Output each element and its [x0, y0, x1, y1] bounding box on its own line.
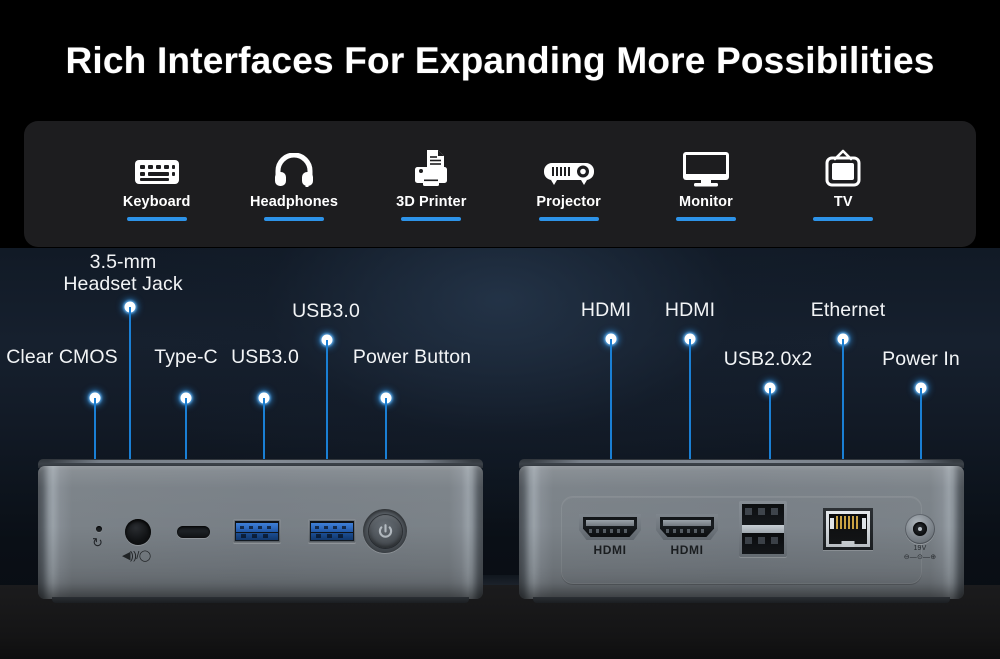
callout-power-in: Power In	[882, 348, 960, 370]
usb2-port-stack[interactable]	[739, 501, 787, 557]
hdmi-port-2-shell	[656, 514, 718, 540]
callout-usb2: USB2.0x2	[723, 348, 813, 370]
keyboard-icon	[134, 147, 180, 187]
rear-unit-chassis: HDMI HDMI 19V ⊖—⊙—⊕	[519, 466, 964, 599]
mini-pc-rear-unit: HDMI HDMI 19V ⊖—⊙—⊕	[519, 459, 964, 606]
hdmi-port-2-cavity	[660, 517, 714, 537]
clear-cmos-port[interactable]	[96, 526, 102, 532]
usb3-port-2-base	[311, 533, 353, 540]
rear-unit-base	[533, 597, 950, 603]
headset-jack-port[interactable]	[125, 519, 151, 545]
callout-usb3-front-2: USB3.0	[292, 300, 360, 322]
device-item-3d-printer[interactable]: 3D Printer	[371, 147, 491, 222]
device-label: Headphones	[249, 193, 338, 210]
callout-headset-jack: 3.5-mm Headset Jack	[63, 251, 183, 295]
tv-icon	[823, 147, 863, 187]
ethernet-port-cavity	[829, 514, 867, 547]
usb2-divider	[742, 525, 784, 533]
page-title: Rich Interfaces For Expanding More Possi…	[65, 40, 935, 81]
usb3-port-2[interactable]	[308, 519, 356, 543]
rear-unit-top-highlight	[529, 460, 954, 463]
device-underline	[538, 216, 599, 222]
clear-cmos-glyph: ↻	[92, 535, 103, 550]
usb2-port-lower[interactable]	[742, 532, 784, 554]
power-button-inner	[368, 514, 402, 548]
callout-clear-cmos: Clear CMOS	[6, 346, 118, 368]
usb3-port-1-base	[236, 533, 278, 540]
device-underline	[126, 216, 187, 222]
usb3-port-2-tongue	[311, 523, 353, 532]
usb3-port-1-cavity	[235, 521, 279, 541]
device-underline	[263, 216, 324, 222]
dc-polarity-label: ⊖—⊙—⊕	[903, 554, 937, 561]
ethernet-clip-right	[862, 518, 866, 529]
device-item-tv[interactable]: TV	[783, 147, 903, 222]
usb3-port-1-tongue	[236, 523, 278, 532]
device-label: Monitor	[679, 193, 733, 210]
callout-power-button: Power Button	[352, 346, 472, 368]
ethernet-clip-left	[830, 518, 834, 529]
device-underline	[401, 216, 462, 222]
compatible-devices-card: Keyboard Headphones 3D Printer Projector…	[24, 121, 976, 247]
usb3-port-2-cavity	[310, 521, 354, 541]
hdmi-port-2[interactable]: HDMI	[656, 514, 718, 557]
dc-power-jack-group: 19V ⊖—⊙—⊕	[904, 514, 936, 561]
callout-hdmi-2: HDMI	[664, 299, 716, 321]
callout-usb3-front-1: USB3.0	[231, 346, 299, 368]
callout-ethernet: Ethernet	[810, 299, 886, 321]
device-item-keyboard[interactable]: Keyboard	[97, 147, 217, 222]
printer-icon	[411, 147, 451, 187]
device-label: TV	[833, 193, 853, 210]
dc-power-jack-hole	[913, 522, 927, 536]
power-button[interactable]	[363, 509, 407, 553]
dc-voltage-label: 19V	[913, 545, 927, 552]
device-item-projector[interactable]: Projector	[509, 147, 629, 222]
ethernet-port[interactable]	[823, 508, 873, 550]
headphones-icon	[274, 147, 314, 187]
usb2-port-upper[interactable]	[742, 504, 784, 526]
front-unit-chassis: ↻ ◀))/◯	[38, 466, 483, 599]
hdmi-port-1[interactable]: HDMI	[579, 514, 641, 557]
device-label: Projector	[536, 193, 601, 210]
device-label: Keyboard	[122, 193, 191, 210]
device-underline	[813, 216, 874, 222]
dc-power-jack[interactable]	[905, 514, 935, 544]
ethernet-latch-notch	[841, 541, 855, 547]
mini-pc-front-unit: ↻ ◀))/◯	[38, 459, 483, 606]
type-c-port[interactable]	[177, 526, 210, 538]
ethernet-port-shell	[826, 511, 870, 547]
hdmi-port-2-label: HDMI	[670, 543, 704, 557]
front-unit-base	[52, 597, 469, 603]
power-symbol-icon	[378, 523, 392, 538]
dc-power-jack-pin	[918, 527, 922, 531]
device-label: 3D Printer	[396, 193, 467, 210]
monitor-icon	[682, 147, 730, 187]
callout-type-c: Type-C	[154, 346, 218, 368]
headset-jack-glyph: ◀))/◯	[122, 550, 151, 562]
front-unit-top-highlight	[48, 460, 473, 463]
ethernet-contact-pins	[836, 516, 860, 529]
device-underline	[675, 216, 736, 222]
device-item-monitor[interactable]: Monitor	[646, 147, 766, 222]
hdmi-port-1-shell	[579, 514, 641, 540]
hdmi-port-1-label: HDMI	[593, 543, 627, 557]
projector-icon	[543, 147, 595, 187]
usb3-port-1[interactable]	[233, 519, 281, 543]
hdmi-port-1-cavity	[583, 517, 637, 537]
device-item-headphones[interactable]: Headphones	[234, 147, 354, 222]
callout-hdmi-1: HDMI	[580, 299, 632, 321]
